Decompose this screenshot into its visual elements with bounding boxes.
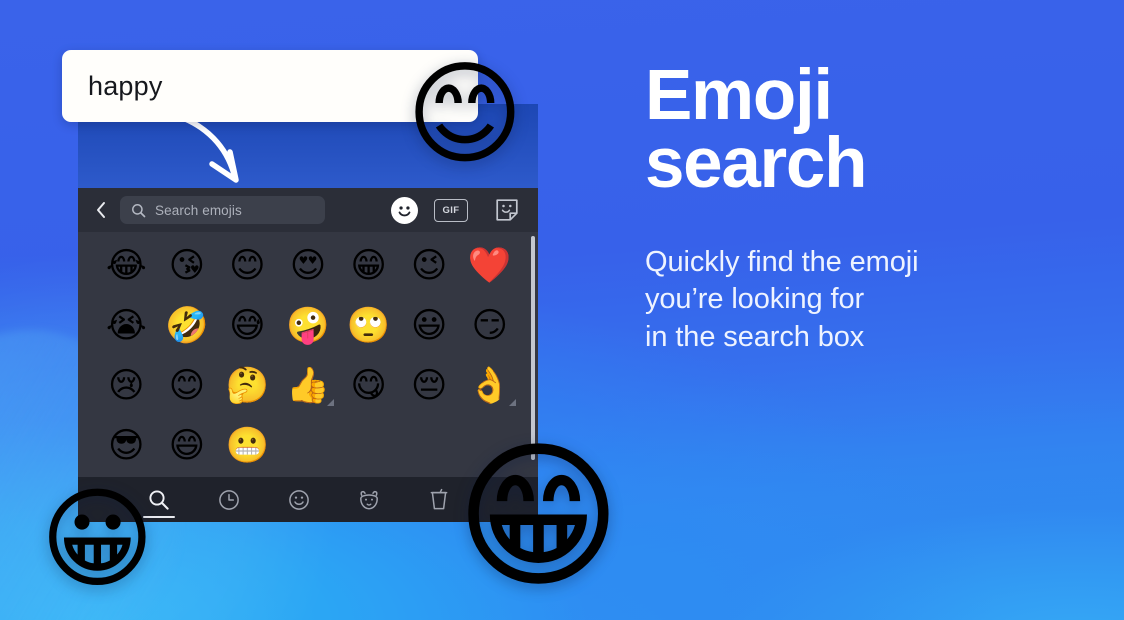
emoji-crying-face[interactable]: 😢 [96, 358, 157, 415]
emoji-glyph: 😢 [108, 366, 145, 406]
emoji-face-blowing-a-kiss[interactable]: 😘 [157, 238, 218, 295]
curved-arrow-icon [175, 113, 239, 183]
emoji-smiling-face-with-heart-eyes[interactable]: 😍 [278, 238, 339, 295]
emoji-glyph: 😃 [410, 306, 448, 346]
emoji-glyph: 🤔 [225, 366, 270, 406]
emoji-thumbs-up[interactable]: 👍 [278, 358, 339, 415]
emoji-beaming-face-with-smiling-eyes[interactable]: 😁 [338, 238, 399, 295]
emoji-smiling-face-with-smiling-eyes[interactable]: 😊 [217, 238, 278, 295]
emoji-face-with-tears-of-joy[interactable]: 😂 [96, 238, 157, 295]
emoji-face-savoring-food[interactable]: 😋 [338, 358, 399, 415]
gif-button[interactable]: GIF [434, 198, 468, 222]
promo-banner: Search emojis GIF 😂 😘 😊 😍 😁 😉 ❤️ 😭 🤣 😅 🤪… [0, 0, 1124, 620]
emoji-smiling-face-with-smiling-eyes-2[interactable]: 😊 [157, 358, 218, 415]
keyboard-top-bar: Search emojis GIF [78, 188, 538, 232]
subtitle-line-1: Quickly find the emoji [645, 246, 919, 279]
sticker-smiling-face: 😊 [406, 48, 524, 180]
emoji-face-with-rolling-eyes[interactable]: 🙄 [338, 298, 399, 355]
smiley-face-icon[interactable] [391, 196, 418, 224]
emoji-thinking-face[interactable]: 🤔 [217, 358, 278, 415]
clock-icon [219, 489, 239, 510]
emoji-glyph: 🤪 [286, 306, 330, 346]
search-query-value: happy [88, 70, 163, 101]
emoji-glyph: 😉 [410, 246, 448, 286]
search-input-placeholder: Search emojis [155, 202, 242, 218]
emoji-glyph: 😋 [350, 366, 387, 406]
emoji-grinning-face-with-smiling-eyes[interactable]: 😄 [157, 418, 218, 475]
tab-smileys[interactable] [286, 485, 312, 515]
emoji-glyph: 😭 [105, 306, 147, 346]
cup-icon [430, 488, 448, 509]
emoji-glyph: 🙄 [346, 306, 391, 346]
sticker-beaming-face: 😁 [455, 423, 622, 610]
emoji-glyph: 👍 [286, 366, 330, 406]
emoji-glyph: 😄 [168, 426, 206, 466]
emoji-glyph: ❤️ [467, 246, 512, 286]
sticker-grinning-face: 😀 [40, 475, 155, 603]
search-icon [132, 203, 146, 217]
emoji-glyph: 😍 [289, 246, 327, 286]
emoji-zany-face[interactable]: 🤪 [278, 298, 339, 355]
sticker-icon[interactable] [494, 197, 520, 223]
subtitle: Quickly find the emoji you’re looking fo… [645, 244, 1075, 355]
emoji-grimacing-face[interactable]: 😬 [217, 418, 278, 475]
smiley-outline-icon [289, 489, 309, 510]
emoji-glyph: 👌 [467, 366, 512, 406]
emoji-rolling-on-the-floor-laughing[interactable]: 🤣 [157, 298, 218, 355]
emoji-glyph: 😊 [229, 246, 266, 286]
emoji-glyph: 😬 [225, 426, 270, 466]
emoji-glyph: 😔 [410, 366, 448, 406]
emoji-smirking-face[interactable]: 😏 [459, 298, 520, 355]
emoji-glyph: 😎 [108, 426, 145, 466]
subtitle-line-2: you’re looking for [645, 283, 865, 316]
headline-line-2: search [645, 124, 867, 204]
tab-food[interactable] [426, 485, 452, 515]
emoji-smiling-face-with-sunglasses[interactable]: 😎 [96, 418, 157, 475]
emoji-grinning-face-with-sweat[interactable]: 😅 [217, 298, 278, 355]
emoji-glyph: 😂 [105, 246, 147, 286]
emoji-winking-face[interactable]: 😉 [399, 238, 460, 295]
page-title: Emoji search [645, 56, 1075, 204]
animal-face-icon [360, 490, 378, 510]
emoji-glyph: 😊 [168, 366, 206, 406]
emoji-ok-hand[interactable]: 👌 [459, 358, 520, 415]
emoji-glyph: 😅 [229, 306, 266, 346]
emoji-glyph: 🤣 [165, 306, 209, 346]
emoji-pensive-face[interactable]: 😔 [399, 358, 460, 415]
emoji-glyph: 😏 [471, 306, 508, 346]
headline-line-1: Emoji [645, 56, 833, 135]
subtitle-line-3: in the search box [645, 320, 865, 353]
search-input[interactable]: Search emojis [120, 196, 325, 224]
tab-recent[interactable] [216, 485, 242, 515]
emoji-grinning-face-with-big-eyes[interactable]: 😃 [399, 298, 460, 355]
emoji-loudly-crying-face[interactable]: 😭 [96, 298, 157, 355]
emoji-glyph: 😁 [350, 246, 387, 286]
emoji-red-heart[interactable]: ❤️ [459, 238, 520, 295]
gif-button-label: GIF [442, 204, 460, 216]
skin-tone-indicator [327, 399, 335, 406]
skin-tone-indicator [509, 399, 516, 406]
emoji-glyph: 😘 [168, 246, 206, 286]
chevron-left-icon[interactable] [92, 199, 110, 221]
copy-panel: Emoji search Quickly find the emoji you’… [645, 56, 1075, 356]
tab-animals[interactable] [356, 485, 382, 515]
